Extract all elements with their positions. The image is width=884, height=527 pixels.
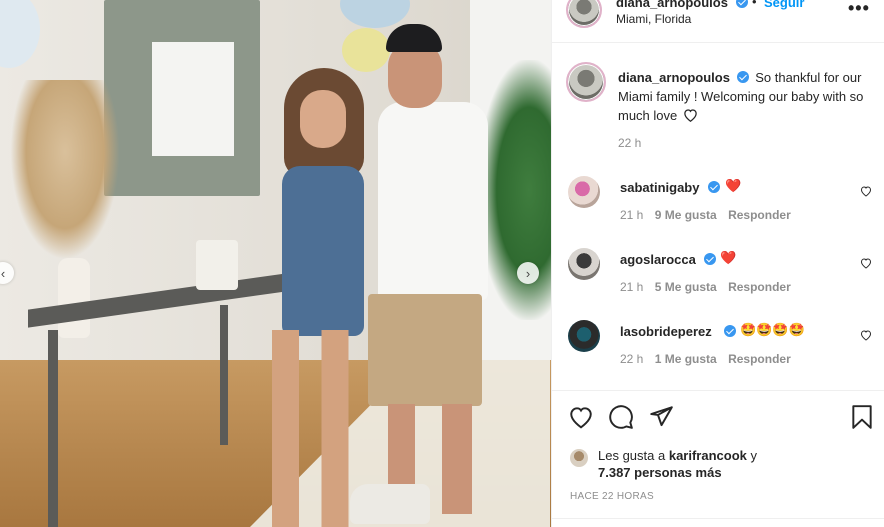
comment-icon[interactable] xyxy=(608,404,634,430)
reply-button[interactable]: Responder xyxy=(728,280,791,294)
likes-prefix: Les gusta a xyxy=(598,448,666,463)
comment-like-icon[interactable] xyxy=(860,329,872,341)
avatar[interactable] xyxy=(568,320,600,352)
comment-text: ❤️ xyxy=(725,178,742,193)
avatar[interactable] xyxy=(566,62,606,102)
photo-vase xyxy=(58,258,90,338)
bookmark-icon[interactable] xyxy=(849,404,875,430)
post-header: diana_arnopoulos • Seguir Miami, Florida… xyxy=(552,0,884,43)
comment-item: lasobrideperez 🤩🤩🤩🤩 22 h 1 Me gusta Resp… xyxy=(568,320,878,370)
likes-count[interactable]: 7.387 personas más xyxy=(598,465,722,480)
comment-text: ❤️ xyxy=(720,250,737,265)
avatar[interactable] xyxy=(568,248,600,280)
chevron-right-icon[interactable]: › xyxy=(517,262,539,284)
comment-username[interactable]: sabatinigaby xyxy=(620,180,699,195)
comment-item: sabatinigaby ❤️ 21 h 9 Me gusta Responde… xyxy=(568,176,878,226)
follow-button[interactable]: Seguir xyxy=(764,0,804,10)
comment-timestamp: 22 h xyxy=(620,352,644,366)
share-icon[interactable] xyxy=(648,404,674,430)
likes-user[interactable]: karifrancook xyxy=(669,448,747,463)
heart-outline-icon xyxy=(684,109,697,123)
header-username[interactable]: diana_arnopoulos xyxy=(616,0,728,10)
photo-mirror xyxy=(104,0,260,196)
avatar[interactable] xyxy=(566,0,602,28)
separator-dot: • xyxy=(752,0,757,9)
likes-suffix: y xyxy=(750,448,758,463)
divider xyxy=(552,518,884,519)
photo-pampas-grass xyxy=(10,80,120,260)
comment-likes[interactable]: 9 Me gusta xyxy=(655,208,717,222)
heart-icon[interactable] xyxy=(568,404,594,430)
comment-like-icon[interactable] xyxy=(860,257,872,269)
location-link[interactable]: Miami, Florida xyxy=(616,12,691,26)
divider xyxy=(552,390,884,391)
more-options-icon[interactable]: ••• xyxy=(848,0,870,19)
comment-like-icon[interactable] xyxy=(860,185,872,197)
photo-man xyxy=(350,24,492,527)
verified-icon xyxy=(736,0,748,8)
avatar[interactable] xyxy=(570,449,588,467)
post-side-panel: diana_arnopoulos • Seguir Miami, Florida… xyxy=(551,0,884,527)
photo-table-leg xyxy=(48,330,58,527)
verified-icon xyxy=(736,71,749,83)
instagram-post: ‹ › diana_arnopoulos • Seguir Miami, Flo… xyxy=(0,0,884,527)
comment-username[interactable]: lasobrideperez xyxy=(620,324,712,339)
post-timestamp: HACE 22 HORAS xyxy=(570,491,654,502)
caption-username[interactable]: diana_arnopoulos xyxy=(618,70,730,85)
photo-cake xyxy=(196,240,238,290)
verified-icon xyxy=(708,181,720,193)
photo-table-leg xyxy=(220,305,228,445)
comment-timestamp: 21 h xyxy=(620,280,644,294)
comment-likes[interactable]: 5 Me gusta xyxy=(655,280,717,294)
comment-text: 🤩🤩🤩🤩 xyxy=(740,322,805,337)
comment-likes[interactable]: 1 Me gusta xyxy=(655,352,717,366)
comment-username[interactable]: agoslarocca xyxy=(620,252,696,267)
comment-timestamp: 21 h xyxy=(620,208,644,222)
caption-timestamp: 22 h xyxy=(618,136,642,150)
avatar[interactable] xyxy=(568,176,600,208)
reply-button[interactable]: Responder xyxy=(728,208,791,222)
comment-item: agoslarocca ❤️ 21 h 5 Me gusta Responder xyxy=(568,248,878,298)
verified-icon xyxy=(724,325,736,337)
verified-icon xyxy=(704,253,716,265)
reply-button[interactable]: Responder xyxy=(728,352,791,366)
post-photo[interactable]: ‹ › xyxy=(0,0,551,527)
